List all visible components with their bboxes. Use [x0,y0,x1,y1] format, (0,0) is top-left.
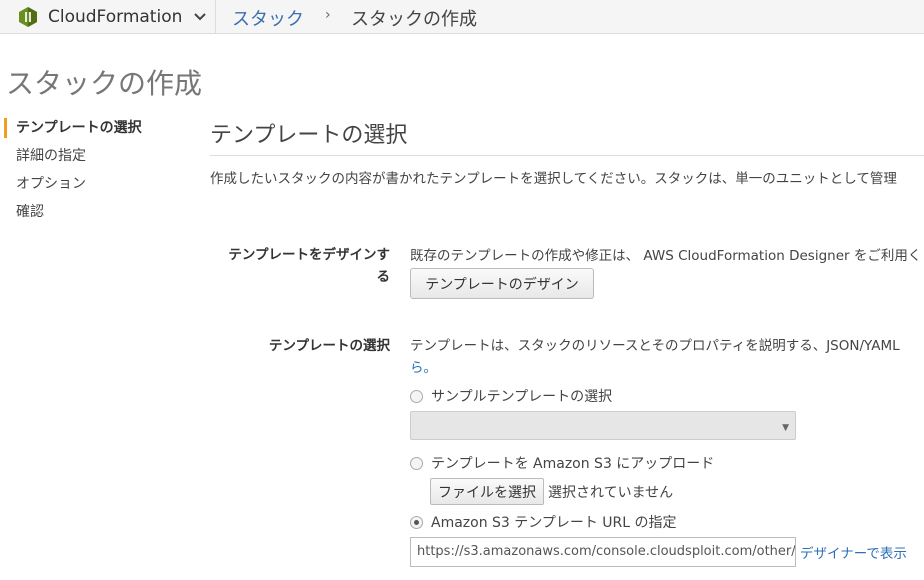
nav-step-specify-details[interactable]: 詳細の指定 [0,145,190,173]
service-switcher[interactable]: CloudFormation [0,0,216,34]
section-title: テンプレートの選択 [210,123,408,148]
option-upload-template[interactable]: テンプレートを Amazon S3 にアップロード [410,453,714,473]
nav-step-options[interactable]: オプション [0,173,190,201]
nav-step-review[interactable]: 確認 [0,201,190,229]
nav-step-select-template[interactable]: テンプレートの選択 [0,117,190,145]
radio-url-template[interactable] [410,515,423,529]
option-upload-template-label: テンプレートを Amazon S3 にアップロード [431,456,715,472]
choose-template-label: テンプレートの選択 [268,338,390,354]
design-template-button[interactable]: テンプレートのデザイン [410,268,594,299]
section-divider [210,155,924,156]
top-navigation-bar: CloudFormation スタック › スタックの作成 [0,0,924,34]
cloudformation-icon [19,7,37,27]
radio-sample-template[interactable] [410,389,423,403]
page-title: スタックの作成 [6,67,203,100]
file-status-text: 選択されていません [548,485,674,501]
radio-upload-template[interactable] [410,456,423,470]
design-template-description: 既存のテンプレートの作成や修正は、 AWS CloudFormation Des… [410,248,922,264]
design-template-label-line1: テンプレートをデザインす [228,247,390,263]
service-name: CloudFormation [48,7,183,27]
breadcrumb-stacks-link[interactable]: スタック [232,5,304,31]
option-url-template-label: Amazon S3 テンプレート URL の指定 [431,515,677,531]
template-url-input[interactable]: https://s3.amazonaws.com/console.cloudsp… [410,537,796,567]
intro-text: 作成したいスタックの内容が書かれたテンプレートを選択してください。スタックは、単… [210,171,897,187]
design-template-label-line2: る [376,269,391,285]
choose-template-learn-more-link[interactable]: ら。 [410,356,437,376]
chevron-down-icon [194,13,207,21]
option-sample-template-label: サンプルテンプレートの選択 [431,389,613,405]
wizard-steps-nav: テンプレートの選択 詳細の指定 オプション 確認 [0,117,190,229]
option-sample-template[interactable]: サンプルテンプレートの選択 [410,386,612,406]
dropdown-arrow-icon: ▼ [782,423,789,433]
breadcrumb-separator: › [325,7,331,23]
choose-template-description: テンプレートは、スタックのリソースとそのプロパティを説明する、JSON/YAML [410,338,900,354]
sample-template-select[interactable]: ▼ [410,411,796,440]
option-url-template[interactable]: Amazon S3 テンプレート URL の指定 [410,512,677,532]
choose-file-button[interactable]: ファイルを選択 [430,478,544,505]
breadcrumb-current: スタックの作成 [351,9,477,30]
view-in-designer-link[interactable]: デザイナーで表示 [800,542,907,562]
